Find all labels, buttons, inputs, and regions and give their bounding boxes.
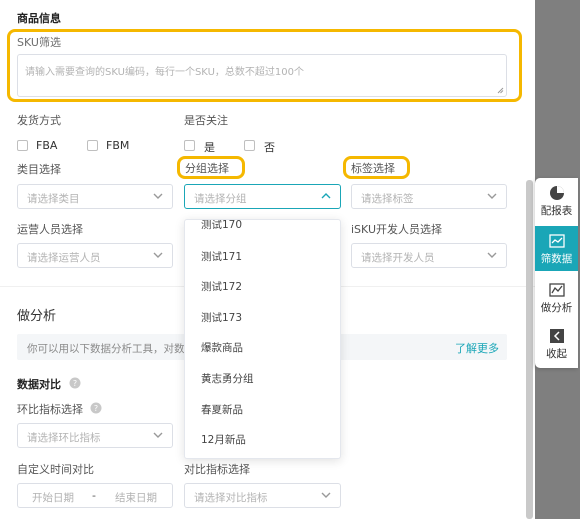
group-option[interactable]: 测试173 bbox=[201, 310, 242, 325]
chevron-up-icon bbox=[321, 193, 331, 199]
category-select[interactable]: 请选择类目 bbox=[17, 184, 173, 209]
fbm-checkbox[interactable] bbox=[87, 140, 98, 151]
category-label: 类目选择 bbox=[17, 163, 61, 176]
group-option[interactable]: 春夏新品 bbox=[201, 402, 243, 417]
chevron-down-icon bbox=[153, 252, 163, 258]
operator-select-placeholder: 请选择运营人员 bbox=[27, 252, 101, 264]
compare-metric-label: 对比指标选择 bbox=[184, 463, 250, 476]
analysis-tool[interactable]: 做分析 bbox=[535, 275, 578, 320]
group-dropdown: 测试170 测试171 测试172 测试173 爆款商品 黄志勇分组 春夏新品 … bbox=[184, 219, 341, 459]
side-toolbar: 配报表 筛数据 做分析 收起 bbox=[535, 178, 578, 368]
analysis-title: 做分析 bbox=[17, 309, 57, 324]
fba-label: FBA bbox=[36, 139, 58, 152]
compare-metric-select[interactable]: 请选择对比指标 bbox=[184, 483, 341, 508]
ring-compare-placeholder: 请选择环比指标 bbox=[27, 432, 101, 444]
product-info-title: 商品信息 bbox=[17, 12, 61, 25]
collapse-label: 收起 bbox=[546, 348, 567, 360]
chevron-down-icon bbox=[487, 193, 497, 199]
chevron-down-icon bbox=[153, 432, 163, 438]
operator-select[interactable]: 请选择运营人员 bbox=[17, 243, 173, 268]
collapse-icon bbox=[549, 329, 564, 343]
group-option[interactable]: 12月新品 bbox=[201, 432, 246, 447]
developer-label: iSKU开发人员选择 bbox=[351, 223, 443, 236]
help-icon[interactable]: ? bbox=[90, 402, 102, 414]
chevron-down-icon bbox=[487, 252, 497, 258]
group-select[interactable]: 请选择分组 bbox=[184, 184, 341, 209]
group-option[interactable]: 测试170 bbox=[201, 220, 242, 232]
scrollbar[interactable] bbox=[526, 180, 533, 519]
ring-compare-select[interactable]: 请选择环比指标 bbox=[17, 423, 173, 448]
group-label: 分组选择 bbox=[185, 162, 229, 175]
data-compare-title: 数据对比 bbox=[17, 378, 61, 391]
start-date-input[interactable]: 开始日期 bbox=[32, 490, 74, 505]
ring-compare-label: 环比指标选择 bbox=[17, 403, 83, 416]
date-range-picker[interactable]: 开始日期 - 结束日期 bbox=[17, 483, 173, 508]
svg-text:?: ? bbox=[73, 379, 77, 388]
follow-yes-checkbox[interactable] bbox=[184, 140, 195, 151]
report-config-tool[interactable]: 配报表 bbox=[535, 178, 578, 223]
developer-select[interactable]: 请选择开发人员 bbox=[351, 243, 507, 268]
category-select-placeholder: 请选择类目 bbox=[27, 193, 80, 205]
filter-data-tool[interactable]: 筛数据 bbox=[535, 226, 578, 271]
chevron-down-icon bbox=[153, 193, 163, 199]
filter-panel: 商品信息 SKU筛选 请输入需要查询的SKU编码，每行一个SKU，总数不超过10… bbox=[0, 0, 535, 519]
line-chart-icon bbox=[548, 283, 565, 297]
custom-time-label: 自定义时间对比 bbox=[17, 463, 94, 476]
developer-select-placeholder: 请选择开发人员 bbox=[361, 252, 435, 264]
group-option[interactable]: 黄志勇分组 bbox=[201, 371, 254, 386]
tag-select-placeholder: 请选择标签 bbox=[361, 193, 414, 205]
analysis-banner-text: 你可以用以下数据分析工具，对数 bbox=[27, 343, 185, 355]
end-date-input[interactable]: 结束日期 bbox=[115, 490, 157, 505]
fba-checkbox[interactable] bbox=[17, 140, 28, 151]
pie-chart-icon bbox=[549, 186, 564, 200]
follow-no-checkbox[interactable] bbox=[244, 140, 255, 151]
chevron-down-icon bbox=[321, 492, 331, 498]
group-option[interactable]: 测试172 bbox=[201, 279, 242, 294]
follow-no-label: 否 bbox=[264, 141, 275, 154]
report-config-label: 配报表 bbox=[540, 205, 573, 217]
follow-label: 是否关注 bbox=[184, 114, 228, 127]
follow-yes-label: 是 bbox=[204, 141, 215, 154]
analysis-tool-label: 做分析 bbox=[540, 302, 573, 314]
date-range-separator: - bbox=[92, 489, 96, 502]
compare-metric-placeholder: 请选择对比指标 bbox=[194, 492, 268, 504]
sku-filter-label: SKU筛选 bbox=[17, 36, 61, 49]
filter-data-label: 筛数据 bbox=[540, 253, 573, 265]
tag-label: 标签选择 bbox=[351, 162, 395, 175]
sku-textarea[interactable]: 请输入需要查询的SKU编码，每行一个SKU，总数不超过100个 bbox=[17, 54, 507, 97]
filter-chart-icon bbox=[548, 234, 565, 248]
fbm-label: FBM bbox=[106, 139, 130, 152]
shipping-label: 发货方式 bbox=[17, 114, 61, 127]
operator-label: 运营人员选择 bbox=[17, 223, 83, 236]
learn-more-link[interactable]: 了解更多 bbox=[455, 340, 499, 356]
tag-select[interactable]: 请选择标签 bbox=[351, 184, 507, 209]
svg-text:?: ? bbox=[94, 404, 98, 413]
resize-handle-icon[interactable] bbox=[497, 87, 504, 94]
group-option[interactable]: 测试171 bbox=[201, 249, 242, 264]
sku-textarea-placeholder: 请输入需要查询的SKU编码，每行一个SKU，总数不超过100个 bbox=[25, 67, 304, 78]
group-select-placeholder: 请选择分组 bbox=[194, 193, 247, 205]
help-icon[interactable]: ? bbox=[69, 377, 81, 389]
group-option[interactable]: 爆款商品 bbox=[201, 340, 243, 355]
collapse-tool[interactable]: 收起 bbox=[535, 321, 578, 366]
